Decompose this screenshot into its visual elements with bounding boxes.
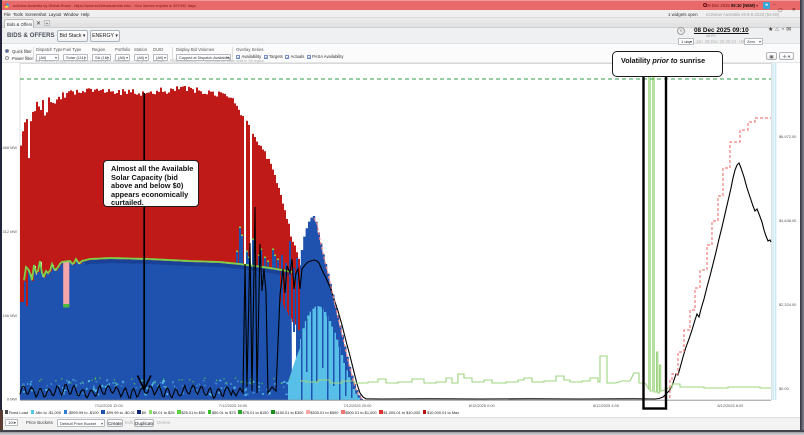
svg-text:7/12/2025 16:00: 7/12/2025 16:00 [219, 403, 248, 408]
svg-text:8/12/2025 0:00: 8/12/2025 0:00 [469, 403, 496, 408]
svg-text:$4,648.00: $4,648.00 [779, 218, 797, 223]
svg-text:312 MW: 312 MW [3, 229, 18, 234]
svg-text:$6,972.00: $6,972.00 [779, 134, 797, 139]
svg-text:7/12/2025 12:00: 7/12/2025 12:00 [95, 403, 124, 408]
svg-text:$2,324.00: $2,324.00 [779, 302, 797, 307]
svg-text:8/12/2025 4:00: 8/12/2025 4:00 [593, 403, 620, 408]
svg-text:7/12/2025 20:00: 7/12/2025 20:00 [343, 403, 372, 408]
svg-text:8/12/2025 8:00: 8/12/2025 8:00 [717, 403, 744, 408]
svg-text:0 MW: 0 MW [7, 397, 17, 402]
svg-text:468 MW: 468 MW [3, 145, 18, 150]
svg-text:156 MW: 156 MW [3, 313, 18, 318]
svg-text:$0.00: $0.00 [779, 386, 790, 391]
